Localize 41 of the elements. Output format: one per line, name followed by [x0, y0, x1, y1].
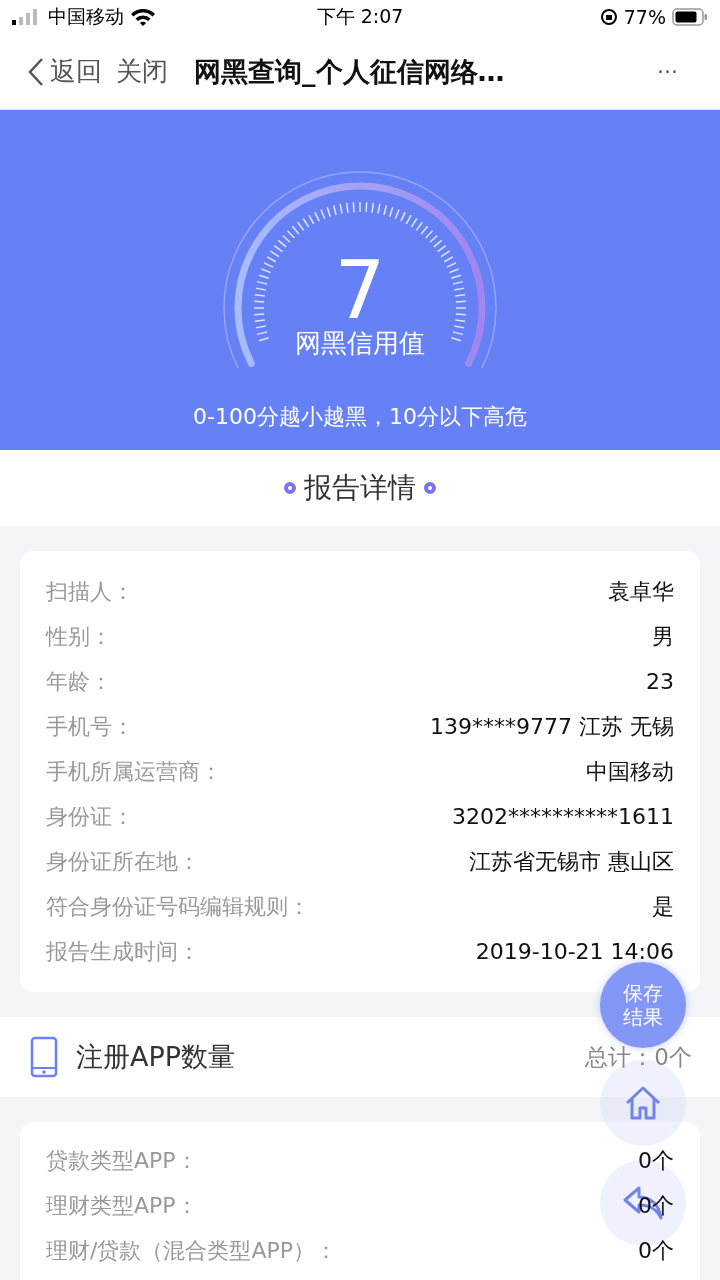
field-value: 江苏省无锡市 惠山区	[469, 847, 674, 876]
field-label: 理财/贷款（混合类型APP）：	[46, 1236, 337, 1265]
field-label: 报告生成时间：	[46, 937, 200, 966]
field-value: 2019-10-21 14:06	[475, 939, 674, 964]
section-title: 注册APP数量	[76, 1040, 236, 1074]
field-value: 3202**********1611	[452, 804, 674, 829]
field-value: 139****9777 江苏 无锡	[430, 712, 674, 741]
field-value: 是	[652, 892, 674, 921]
close-button[interactable]: 关闭	[102, 54, 168, 89]
field-label: 理财类型APP：	[46, 1191, 198, 1220]
field-value: 0个	[638, 1146, 674, 1175]
field-label: 身份证：	[46, 802, 134, 831]
field-value: 袁卓华	[608, 577, 674, 606]
field-label: 性别：	[46, 622, 112, 651]
field-value: 0个	[638, 1191, 674, 1220]
field-value: 0个	[638, 1236, 674, 1265]
battery-icon	[672, 8, 708, 26]
field-value: 23	[646, 669, 674, 694]
score-hint: 0-100分越小越黑，10分以下高危	[193, 403, 527, 431]
carrier-name: 中国移动	[48, 4, 124, 29]
field-value: 男	[652, 622, 674, 651]
back-button[interactable]: 返回	[0, 54, 102, 89]
section-title: 报告详情	[304, 470, 416, 506]
battery-percent: 77%	[623, 6, 666, 28]
field-label: 手机所属运营商：	[46, 757, 222, 786]
ring-icon	[284, 482, 296, 494]
field-label: 扫描人：	[46, 577, 134, 606]
wifi-icon	[130, 7, 156, 27]
field-label: 贷款类型APP：	[46, 1146, 198, 1175]
field-label: 年龄：	[46, 667, 112, 696]
phone-icon	[30, 1036, 58, 1078]
rotation-lock-icon	[599, 8, 618, 26]
page-title: 网黑查询_个人征信网络…	[194, 54, 505, 89]
field-label: 符合身份证号码编辑规则：	[46, 892, 310, 921]
more-button[interactable]: ···	[651, 58, 684, 85]
field-label: 手机号：	[46, 712, 134, 741]
clock-time: 下午 2:07	[316, 4, 404, 29]
field-value: 中国移动	[586, 757, 674, 786]
ring-icon	[424, 482, 436, 494]
field-label: 身份证所在地：	[46, 847, 200, 876]
chevron-left-icon	[28, 56, 44, 87]
